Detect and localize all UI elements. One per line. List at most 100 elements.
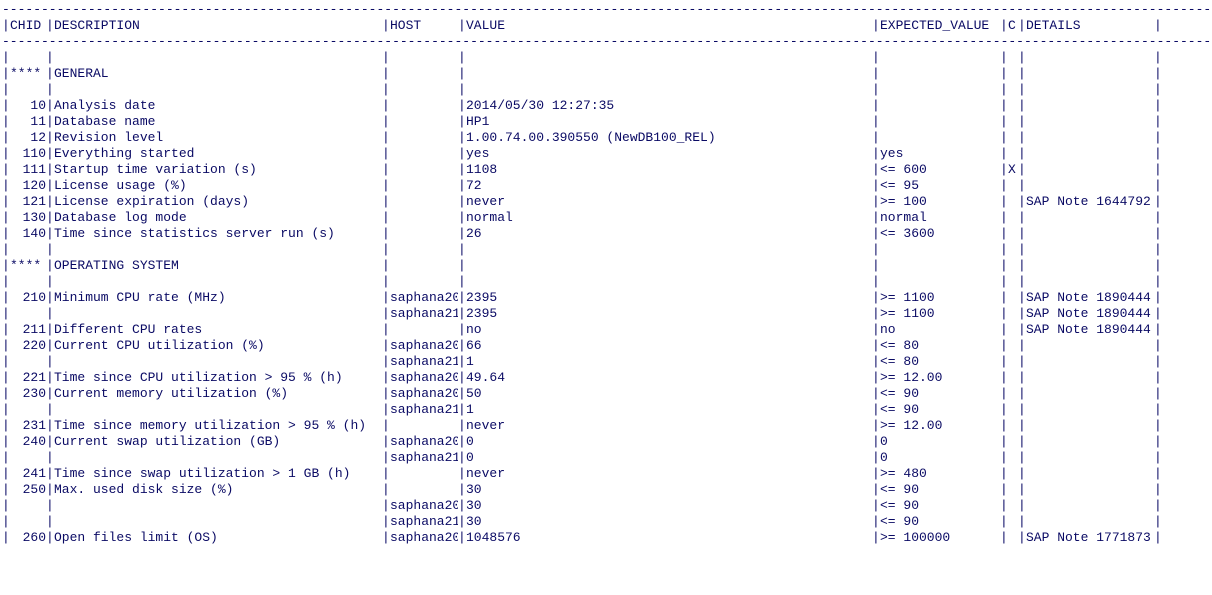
column-separator: |: [1018, 194, 1026, 210]
column-separator: |: [1154, 306, 1162, 322]
column-separator: |: [872, 338, 880, 354]
column-separator: |: [2, 242, 10, 258]
column-separator: |: [458, 130, 466, 146]
column-separator: |: [382, 98, 390, 114]
column-separator: |: [1154, 82, 1162, 98]
column-separator: |: [872, 450, 880, 466]
column-separator: |: [46, 530, 54, 546]
column-separator: |: [2, 82, 10, 98]
column-separator: |: [382, 434, 390, 450]
description-cell: Time since statistics server run (s): [54, 226, 382, 242]
column-separator: |: [1000, 386, 1008, 402]
value-cell: never: [466, 466, 872, 482]
column-separator: |: [1018, 482, 1026, 498]
column-separator: |: [382, 210, 390, 226]
details-cell: SAP Note 1771873: [1026, 530, 1154, 546]
column-separator: |: [458, 82, 466, 98]
expected-value-cell: [880, 130, 1000, 146]
column-separator: |: [1000, 18, 1008, 34]
value-cell: HP1: [466, 114, 872, 130]
column-separator: |: [458, 514, 466, 530]
column-separator: |: [1000, 98, 1008, 114]
description-cell: Startup time variation (s): [54, 162, 382, 178]
column-separator: |: [458, 434, 466, 450]
column-separator: |: [382, 338, 390, 354]
column-separator: |: [382, 114, 390, 130]
column-separator: |: [1154, 210, 1162, 226]
value-cell: 1: [466, 402, 872, 418]
column-separator: |: [46, 466, 54, 482]
details-cell: [1026, 146, 1154, 162]
description-cell: Open files limit (OS): [54, 530, 382, 546]
description-cell: OPERATING SYSTEM: [54, 258, 382, 274]
column-separator: |: [1154, 354, 1162, 370]
column-separator: |: [2, 466, 10, 482]
table-row: |10|Analysis date||2014/05/30 12:27:35||…: [2, 98, 1212, 114]
column-separator: |: [872, 50, 880, 66]
column-separator: |: [1154, 370, 1162, 386]
description-cell: DESCRIPTION: [54, 18, 382, 34]
column-separator: |: [1154, 530, 1162, 546]
host-cell: [390, 130, 458, 146]
chid-cell: 12: [10, 130, 46, 146]
column-separator: |: [46, 498, 54, 514]
expected-value-cell: no: [880, 322, 1000, 338]
column-separator: |: [458, 114, 466, 130]
column-separator: |: [1000, 130, 1008, 146]
column-separator: |: [1000, 290, 1008, 306]
expected-value-cell: <= 3600: [880, 226, 1000, 242]
column-separator: |: [1000, 354, 1008, 370]
column-separator: |: [2, 146, 10, 162]
host-cell: saphana20: [390, 290, 458, 306]
column-separator: |: [1154, 18, 1162, 34]
description-cell: Everything started: [54, 146, 382, 162]
table-row: |130|Database log mode||normal|normal|||: [2, 210, 1212, 226]
details-cell: [1026, 402, 1154, 418]
column-separator: |: [382, 514, 390, 530]
host-cell: [390, 178, 458, 194]
expected-value-cell: <= 90: [880, 514, 1000, 530]
host-cell: saphana21: [390, 450, 458, 466]
chid-cell: 240: [10, 434, 46, 450]
host-cell: saphana20: [390, 370, 458, 386]
host-cell: [390, 274, 458, 290]
check-cell: [1008, 210, 1018, 226]
value-cell: 0: [466, 434, 872, 450]
expected-value-cell: [880, 242, 1000, 258]
column-separator: |: [1000, 50, 1008, 66]
value-cell: 1.00.74.00.390550 (NewDB100_REL): [466, 130, 872, 146]
column-separator: |: [1154, 498, 1162, 514]
separator-line: ----------------------------------------…: [2, 2, 1210, 18]
chid-cell: [10, 450, 46, 466]
column-separator: |: [1154, 386, 1162, 402]
column-separator: |: [872, 498, 880, 514]
column-separator: |: [1154, 98, 1162, 114]
column-separator: |: [458, 466, 466, 482]
column-separator: |: [458, 274, 466, 290]
description-cell: [54, 514, 382, 530]
column-separator: |: [1000, 66, 1008, 82]
details-cell: [1026, 130, 1154, 146]
chid-cell: 120: [10, 178, 46, 194]
host-cell: saphana20: [390, 530, 458, 546]
chid-cell: 260: [10, 530, 46, 546]
value-cell: 0: [466, 450, 872, 466]
chid-cell: 250: [10, 482, 46, 498]
column-separator: |: [382, 178, 390, 194]
column-separator: |: [2, 178, 10, 194]
description-cell: [54, 274, 382, 290]
value-cell: [466, 50, 872, 66]
value-cell: 1048576: [466, 530, 872, 546]
expected-value-cell: [880, 50, 1000, 66]
check-cell: [1008, 498, 1018, 514]
column-separator: |: [2, 322, 10, 338]
chid-cell: 230: [10, 386, 46, 402]
column-separator: |: [46, 242, 54, 258]
chid-cell: ****: [10, 258, 46, 274]
column-separator: |: [1018, 274, 1026, 290]
column-separator: |: [2, 50, 10, 66]
expected-value-cell: <= 90: [880, 498, 1000, 514]
host-cell: [390, 114, 458, 130]
check-cell: [1008, 514, 1018, 530]
column-separator: |: [382, 226, 390, 242]
